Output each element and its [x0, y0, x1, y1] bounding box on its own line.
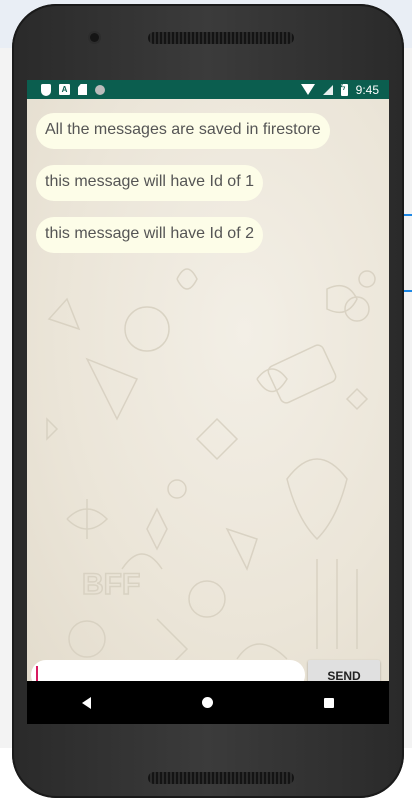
- message-bubble: All the messages are saved in firestore: [36, 113, 330, 149]
- battery-charging-icon: [340, 82, 348, 96]
- recents-icon[interactable]: [323, 697, 334, 708]
- message-bubble: this message will have Id of 2: [36, 217, 263, 253]
- wifi-icon: [300, 84, 315, 95]
- bottom-speaker: [148, 772, 294, 784]
- sd-card-icon: [78, 84, 87, 95]
- shield-icon: [41, 83, 51, 96]
- text-cursor: [36, 666, 38, 681]
- phone-screen: A 9:45 BFF: [27, 80, 389, 724]
- front-camera: [90, 33, 99, 42]
- status-bar: A 9:45: [27, 80, 389, 99]
- top-speaker: [148, 32, 294, 44]
- message-composer: SEND: [27, 658, 389, 681]
- message-input[interactable]: [31, 660, 305, 681]
- home-icon[interactable]: [201, 697, 213, 708]
- a-icon: A: [59, 84, 70, 95]
- status-right-icons: 9:45: [300, 82, 379, 97]
- back-icon[interactable]: [82, 696, 92, 709]
- circle-icon: [95, 84, 105, 95]
- svg-text:BFF: BFF: [82, 568, 140, 601]
- chat-area[interactable]: BFF All the messages are saved in firest…: [27, 99, 389, 681]
- send-button[interactable]: SEND: [308, 660, 380, 681]
- status-time: 9:45: [355, 82, 379, 97]
- message-bubble: this message will have Id of 1: [36, 165, 263, 201]
- signal-icon: [322, 84, 333, 95]
- status-left-icons: A: [41, 83, 105, 96]
- navigation-bar: [27, 681, 389, 724]
- message-list: All the messages are saved in firestore …: [36, 113, 330, 269]
